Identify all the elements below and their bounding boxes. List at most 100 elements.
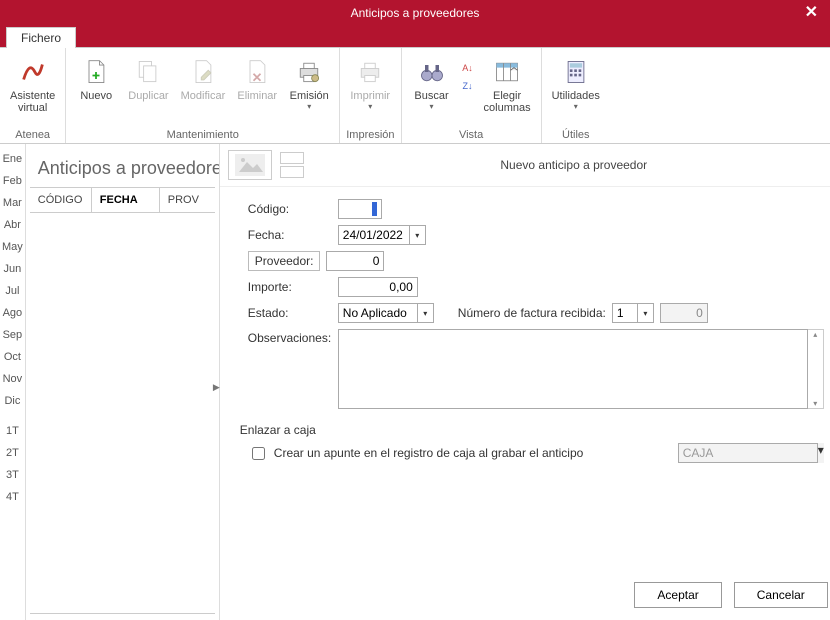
calculator-icon [560,56,592,88]
caja-dropdown-button[interactable]: ▾ [818,443,824,463]
sort-desc-button[interactable]: Z↓ [460,78,476,94]
month-jun[interactable]: Jun [0,258,25,280]
close-button[interactable]: ✕ [799,2,824,22]
month-feb[interactable]: Feb [0,170,25,192]
label-proveedor[interactable]: Proveedor: [248,251,321,271]
label-observaciones: Observaciones: [248,329,338,345]
collapse-handle[interactable]: ▶ [213,382,220,393]
window-title: Anticipos a proveedores [351,6,480,20]
label-importe: Importe: [248,280,338,294]
image-placeholder-icon [228,150,272,180]
tab-fichero[interactable]: Fichero [6,27,76,48]
col-codigo[interactable]: CÓDIGO [30,188,92,212]
duplicar-button[interactable]: Duplicar [124,54,172,104]
emision-button[interactable]: Emisión ▾ [285,54,333,113]
buscar-button[interactable]: Buscar ▾ [408,54,456,113]
month-oct[interactable]: Oct [0,346,25,368]
sort-asc-button[interactable]: A↓ [460,60,476,76]
binoculars-icon [416,56,448,88]
group-label-vista: Vista [408,129,535,143]
factura-serie-dropdown-button[interactable]: ▾ [638,303,654,323]
ribbon-group-atenea: Asistente virtual Atenea [0,48,66,143]
document-edit-icon [187,56,219,88]
form-title: Nuevo anticipo a proveedor [312,158,830,172]
alpha-icon [17,56,49,88]
form-panel: Nuevo anticipo a proveedor Código: Fecha… [220,144,830,620]
section-enlazar-caja: Enlazar a caja [240,423,824,437]
month-sep[interactable]: Sep [0,324,25,346]
nuevo-button[interactable]: Nuevo [72,54,120,104]
month-ene[interactable]: Ene [0,148,25,170]
document-delete-icon [241,56,273,88]
printer-icon [354,56,386,88]
codigo-input[interactable] [338,199,382,219]
modificar-button[interactable]: Modificar [177,54,230,104]
sort-buttons: A↓ Z↓ [460,54,476,94]
list-panel: Anticipos a proveedores CÓDIGO FECHA PRO… [26,144,220,620]
chevron-down-icon: ▾ [368,102,372,111]
caja-select[interactable] [678,443,818,463]
group-label-impresion: Impresión [346,129,394,143]
label-codigo: Código: [248,202,338,216]
quarter-1t[interactable]: 1T [0,420,25,442]
importe-input[interactable] [338,277,418,297]
view-toggle[interactable] [280,152,304,178]
month-jul[interactable]: Jul [0,280,25,302]
document-copy-icon [132,56,164,88]
col-prov[interactable]: PROV [160,188,215,212]
month-dic[interactable]: Dic [0,390,25,412]
group-label-utiles: Útiles [548,129,604,143]
ribbon-tabstrip: Fichero [0,26,830,48]
group-label-atenea: Atenea [6,129,59,143]
eliminar-button[interactable]: Eliminar [233,54,281,104]
list-body [30,213,215,614]
month-rail: Ene Feb Mar Abr May Jun Jul Ago Sep Oct … [0,144,26,620]
estado-dropdown-button[interactable]: ▾ [418,303,434,323]
ribbon-group-vista: Buscar ▾ A↓ Z↓ Elegir columnas Vista [402,48,542,143]
columns-icon [491,56,523,88]
ribbon: Asistente virtual Atenea Nuevo Duplicar [0,48,830,144]
month-may[interactable]: May [0,236,25,258]
aceptar-button[interactable]: Aceptar [634,582,721,608]
label-estado: Estado: [248,306,338,320]
crear-apunte-checkbox-label[interactable]: Crear un apunte en el registro de caja a… [248,444,584,463]
dialog-footer: Aceptar Cancelar [634,582,827,608]
chevron-down-icon: ▾ [430,102,434,111]
crear-apunte-checkbox[interactable] [252,447,265,460]
month-mar[interactable]: Mar [0,192,25,214]
list-title: Anticipos a proveedores [26,144,219,187]
group-label-mantenimiento: Mantenimiento [72,129,333,143]
view-option-1[interactable] [280,152,304,164]
col-fecha[interactable]: FECHA [92,188,160,212]
utilidades-button[interactable]: Utilidades ▾ [548,54,604,113]
ribbon-group-mantenimiento: Nuevo Duplicar Modificar Eliminar [66,48,340,143]
fecha-input[interactable] [338,225,410,245]
quarter-2t[interactable]: 2T [0,442,25,464]
view-option-2[interactable] [280,166,304,178]
asistente-virtual-button[interactable]: Asistente virtual [6,54,59,116]
quarter-3t[interactable]: 3T [0,464,25,486]
printer-gear-icon [293,56,325,88]
chevron-down-icon: ▾ [574,102,578,111]
ribbon-group-utiles: Utilidades ▾ Útiles [542,48,610,143]
cancelar-button[interactable]: Cancelar [734,582,828,608]
observaciones-scrollbar[interactable]: ▴▾ [808,329,824,409]
ribbon-group-impresion: Imprimir ▾ Impresión [340,48,401,143]
elegir-columnas-button[interactable]: Elegir columnas [480,54,535,116]
label-fecha: Fecha: [248,228,338,242]
month-abr[interactable]: Abr [0,214,25,236]
fecha-dropdown-button[interactable]: ▾ [410,225,426,245]
imprimir-button[interactable]: Imprimir ▾ [346,54,394,113]
estado-select[interactable] [338,303,418,323]
list-header: CÓDIGO FECHA PROV [30,187,215,213]
form-header: Nuevo anticipo a proveedor [220,144,830,187]
label-num-factura: Número de factura recibida: [458,306,606,320]
quarter-4t[interactable]: 4T [0,486,25,508]
observaciones-textarea[interactable] [338,329,808,409]
document-plus-icon [80,56,112,88]
month-ago[interactable]: Ago [0,302,25,324]
factura-num-input[interactable] [660,303,708,323]
proveedor-input[interactable] [326,251,384,271]
month-nov[interactable]: Nov [0,368,25,390]
factura-serie-select[interactable] [612,303,638,323]
